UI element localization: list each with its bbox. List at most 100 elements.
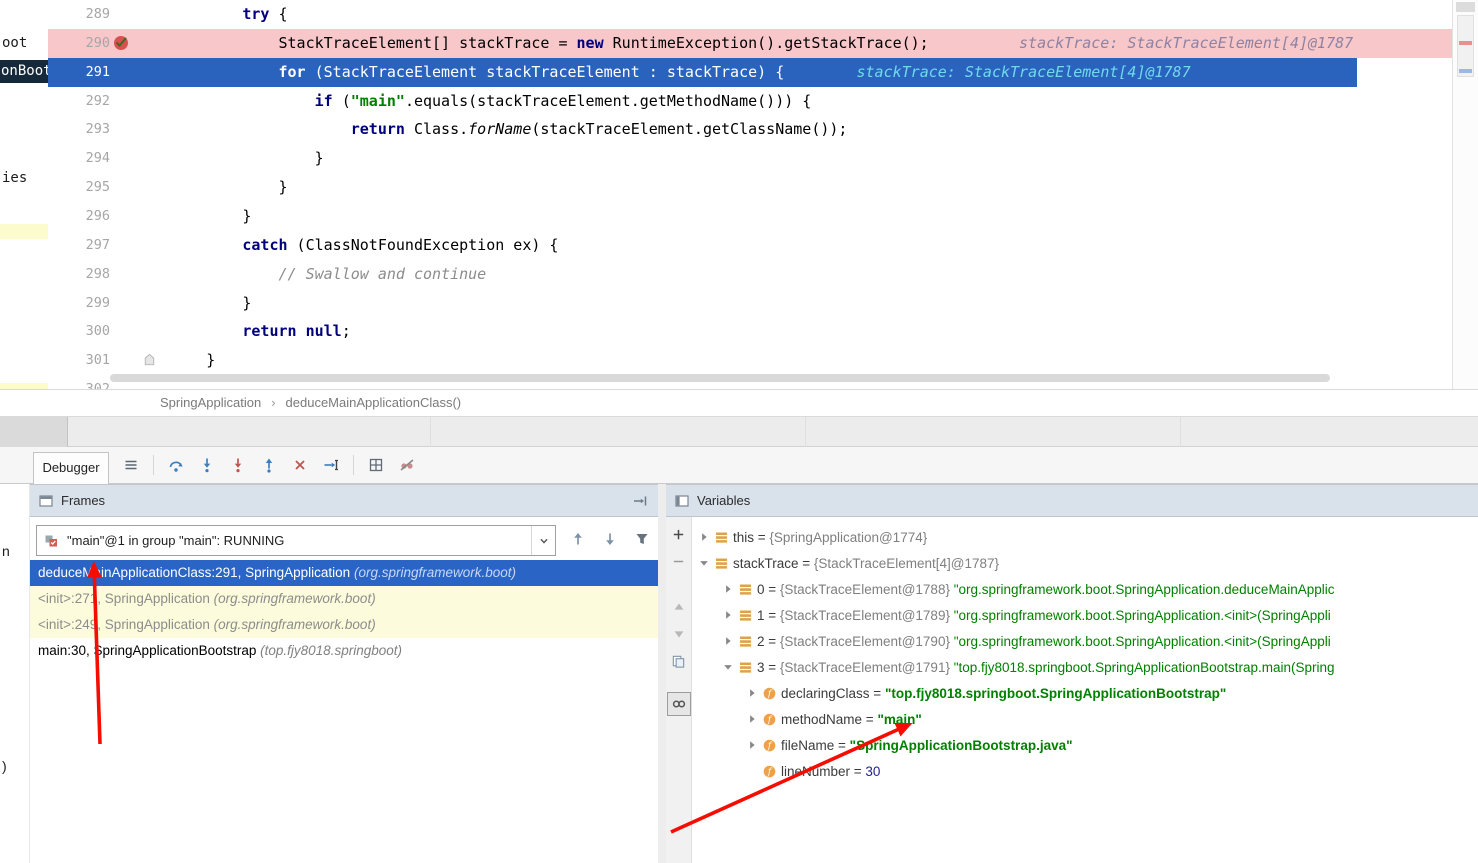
run-to-cursor-button[interactable] <box>320 454 342 476</box>
scrollbar-thumb[interactable] <box>110 374 1330 382</box>
breakpoint-stripe-mark[interactable] <box>1459 41 1472 45</box>
variable-row-1[interactable]: 1 = {StackTraceElement@1789} "org.spring… <box>692 602 1478 628</box>
duplicate-watch-button[interactable] <box>669 651 689 671</box>
line-number[interactable]: 298 <box>48 260 110 289</box>
code-line-290[interactable]: 290 StackTraceElement[] stackTrace = new… <box>48 29 1452 58</box>
line-number[interactable]: 295 <box>48 173 110 202</box>
line-number[interactable]: 292 <box>48 87 110 116</box>
hide-library-frames-button[interactable] <box>629 526 655 552</box>
breadcrumb-method[interactable]: deduceMainApplicationClass() <box>286 395 462 410</box>
code-line-300[interactable]: 300 return null; <box>48 317 1452 346</box>
new-watch-button[interactable] <box>669 524 689 544</box>
line-number[interactable]: 296 <box>48 202 110 231</box>
code-token: new <box>577 34 604 52</box>
stack-frame-row[interactable]: main:30, SpringApplicationBootstrap (top… <box>30 638 658 664</box>
panel-splitter[interactable] <box>658 484 666 863</box>
view-breakpoints-button[interactable] <box>365 454 387 476</box>
step-into-button[interactable] <box>196 454 218 476</box>
code-line-295[interactable]: 295 } <box>48 173 1452 202</box>
drop-frame-button[interactable] <box>289 454 311 476</box>
vertical-scrollbar[interactable] <box>1452 0 1478 389</box>
variable-row-3[interactable]: 3 = {StackTraceElement@1791} "top.fjy801… <box>692 654 1478 680</box>
variable-string-value: "top.fjy8018.springboot.SpringApplicatio… <box>885 686 1226 701</box>
chevron-right-icon[interactable] <box>746 687 762 699</box>
gutter-slot[interactable] <box>110 87 134 116</box>
thread-selector[interactable]: "main"@1 in group "main": RUNNING <box>36 525 556 556</box>
line-number[interactable]: 289 <box>48 0 110 29</box>
code-line-296[interactable]: 296 } <box>48 202 1452 231</box>
gutter-slot[interactable] <box>110 317 134 346</box>
tab-debugger[interactable]: Debugger <box>33 452 109 484</box>
chevron-right-icon[interactable] <box>722 609 738 621</box>
line-number[interactable]: 293 <box>48 115 110 144</box>
gutter-slot[interactable] <box>110 260 134 289</box>
breadcrumb-class[interactable]: SpringApplication <box>160 395 261 410</box>
tab-application[interactable]: ation× <box>0 417 68 447</box>
gutter-slot[interactable] <box>110 202 134 231</box>
step-over-button[interactable] <box>165 454 187 476</box>
variable-row-declaringClass[interactable]: fdeclaringClass = "top.fjy8018.springboo… <box>692 680 1478 706</box>
gutter-slot[interactable] <box>110 115 134 144</box>
remove-watch-button[interactable] <box>669 551 689 571</box>
variable-row-0[interactable]: 0 = {StackTraceElement@1788} "org.spring… <box>692 576 1478 602</box>
line-number[interactable]: 297 <box>48 231 110 260</box>
scrollbar-button[interactable] <box>1456 2 1475 12</box>
previous-frame-button[interactable] <box>565 526 591 552</box>
variable-row-stackTrace[interactable]: stackTrace = {StackTraceElement[4]@1787} <box>692 550 1478 576</box>
chevron-right-icon[interactable] <box>698 531 714 543</box>
gutter-slot[interactable] <box>110 58 134 87</box>
chevron-right-icon[interactable] <box>746 713 762 725</box>
code-line-294[interactable]: 294 } <box>48 144 1452 173</box>
line-number[interactable]: 294 <box>48 144 110 173</box>
chevron-right-icon[interactable] <box>746 739 762 751</box>
pin-icon[interactable] <box>632 493 648 509</box>
breakpoint-verified-icon[interactable] <box>112 34 130 52</box>
view-options-button[interactable] <box>120 454 142 476</box>
gutter-slot[interactable] <box>110 0 134 29</box>
chevron-down-icon[interactable] <box>722 661 738 673</box>
project-item-selected-fragment[interactable]: onBoot <box>0 60 48 83</box>
line-number[interactable]: 291 <box>48 58 110 87</box>
gutter-slot[interactable] <box>110 289 134 318</box>
gutter-slot[interactable] <box>110 173 134 202</box>
code-line-293[interactable]: 293 return Class.forName(stackTraceEleme… <box>48 115 1452 144</box>
chevron-down-icon[interactable] <box>698 557 714 569</box>
force-step-into-button[interactable] <box>227 454 249 476</box>
code-line-289[interactable]: 289 try { <box>48 0 1452 29</box>
move-watch-down-button[interactable] <box>669 624 689 644</box>
variable-row-methodName[interactable]: fmethodName = "main" <box>692 706 1478 732</box>
scrollbar-thumb[interactable] <box>1457 15 1474 77</box>
variable-row-fileName[interactable]: ffileName = "SpringApplicationBootstrap.… <box>692 732 1478 758</box>
chevron-right-icon[interactable] <box>722 635 738 647</box>
code-line-297[interactable]: 297 catch (ClassNotFoundException ex) { <box>48 231 1452 260</box>
execution-stripe-mark[interactable] <box>1459 69 1472 73</box>
step-out-button[interactable] <box>258 454 280 476</box>
code-line-292[interactable]: 292 if ("main".equals(stackTraceElement.… <box>48 87 1452 116</box>
stack-frame-row[interactable]: <init>:271, SpringApplication (org.sprin… <box>30 586 658 612</box>
move-watch-up-button[interactable] <box>669 597 689 617</box>
code-line-291[interactable]: 291 for (StackTraceElement stackTraceEle… <box>48 58 1357 87</box>
gutter-slot[interactable] <box>110 231 134 260</box>
line-number[interactable]: 300 <box>48 317 110 346</box>
project-item-fragment[interactable]: oot <box>2 33 27 53</box>
show-watches-button[interactable] <box>667 692 691 716</box>
line-number[interactable]: 299 <box>48 289 110 318</box>
project-item-fragment[interactable]: ies <box>2 168 27 188</box>
stack-frame-row[interactable]: <init>:249, SpringApplication (org.sprin… <box>30 612 658 638</box>
gutter-slot[interactable] <box>110 144 134 173</box>
code-line-299[interactable]: 299 } <box>48 289 1452 318</box>
stack-frame-row[interactable]: deduceMainApplicationClass:291, SpringAp… <box>30 560 658 586</box>
gutter-slot[interactable] <box>110 29 134 58</box>
code-editor[interactable]: oot onBoot ies 289 try {290 StackTraceEl… <box>0 0 1478 389</box>
code-token: "main" <box>351 92 405 110</box>
chevron-down-icon[interactable] <box>531 526 555 555</box>
next-frame-button[interactable] <box>597 526 623 552</box>
code-line-298[interactable]: 298 // Swallow and continue <box>48 260 1452 289</box>
mute-breakpoints-button[interactable] <box>396 454 418 476</box>
chevron-right-icon[interactable] <box>722 583 738 595</box>
horizontal-scrollbar[interactable] <box>0 371 1452 385</box>
variable-row-lineNumber[interactable]: flineNumber = 30 <box>692 758 1478 784</box>
variable-row-2[interactable]: 2 = {StackTraceElement@1790} "org.spring… <box>692 628 1478 654</box>
line-number[interactable]: 290 <box>48 29 110 58</box>
variable-row-this[interactable]: this = {SpringApplication@1774} <box>692 524 1478 550</box>
